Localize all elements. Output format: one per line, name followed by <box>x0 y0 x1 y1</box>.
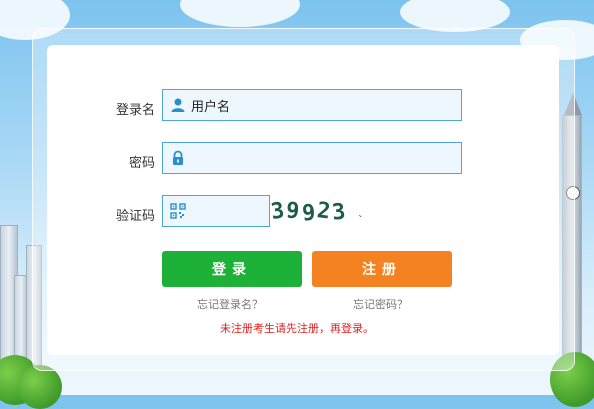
captcha-char: 9 <box>285 197 303 225</box>
password-field[interactable] <box>162 142 462 174</box>
lock-icon <box>169 149 187 167</box>
username-field[interactable]: 用户名 <box>162 89 462 121</box>
login-button[interactable]: 登录 <box>162 251 302 287</box>
captcha-field[interactable] <box>162 195 270 227</box>
captcha-char: 3 <box>330 198 349 226</box>
captcha-label: 验证码 <box>115 209 155 224</box>
register-notice: 未注册考生请先注册，再登录。 <box>220 322 374 335</box>
password-label: 密码 <box>128 156 155 171</box>
user-icon <box>169 96 187 114</box>
captcha-noise-dot: ˎ <box>357 205 366 217</box>
captcha-image[interactable]: 3 9 9 2 3 ˎ <box>269 195 399 227</box>
forgot-password-link[interactable]: 忘记密码？ <box>353 296 408 312</box>
username-value: 用户名 <box>191 99 231 115</box>
register-button[interactable]: 注册 <box>312 251 452 287</box>
qrcode-icon <box>169 202 187 220</box>
forgot-username-link[interactable]: 忘记登录名？ <box>197 296 263 312</box>
username-label: 登录名 <box>115 103 155 118</box>
